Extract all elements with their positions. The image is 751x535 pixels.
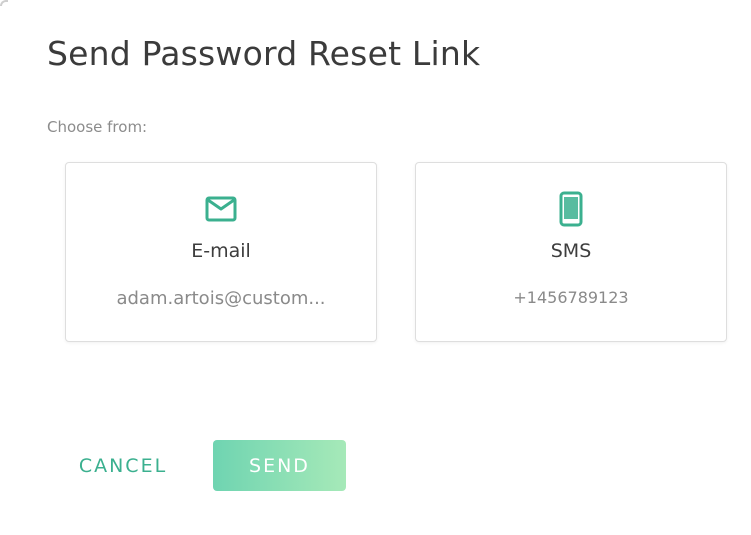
smartphone-icon — [554, 191, 588, 227]
email-option-card[interactable]: E-mail adam.artois@custom... — [65, 162, 377, 342]
email-option-title: E-mail — [191, 240, 251, 262]
choose-from-label: Choose from: — [47, 118, 148, 136]
send-button[interactable]: SEND — [213, 440, 346, 491]
phone-number: +1456789123 — [513, 288, 629, 307]
window-corner — [0, 0, 8, 6]
envelope-icon — [204, 191, 238, 227]
email-address: adam.artois@custom... — [116, 288, 326, 309]
sms-option-title: SMS — [550, 240, 592, 262]
sms-option-card[interactable]: SMS +1456789123 — [415, 162, 727, 342]
dialog-title: Send Password Reset Link — [47, 34, 481, 73]
cancel-button[interactable]: CANCEL — [60, 440, 186, 491]
